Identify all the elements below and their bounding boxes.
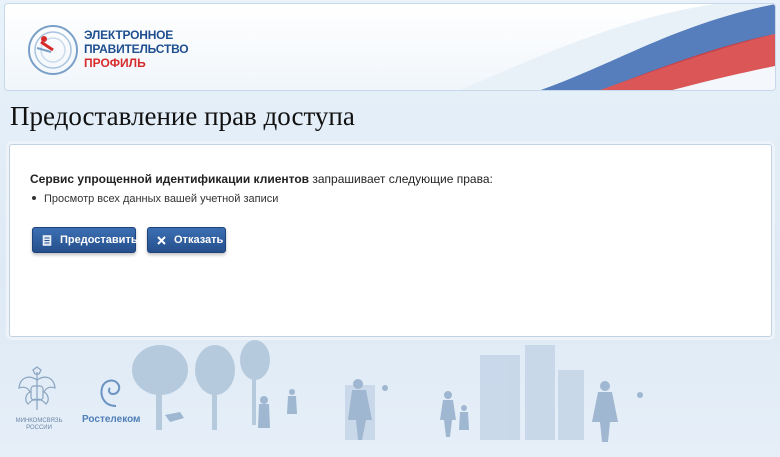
deny-button-label: Отказать bbox=[174, 234, 224, 246]
coat-of-arms-icon bbox=[18, 366, 56, 410]
bullet-icon bbox=[32, 196, 36, 201]
permission-label: Просмотр всех данных вашей учетной запис… bbox=[44, 193, 279, 205]
request-text: Сервис упрощенной идентификации клиентов… bbox=[30, 172, 493, 186]
site-header: ЭЛЕКТРОННОЕ ПРАВИТЕЛЬСТВО ПРОФИЛЬ bbox=[4, 3, 776, 91]
document-icon bbox=[42, 234, 52, 246]
logo-line-1: ЭЛЕКТРОННОЕ bbox=[84, 28, 174, 42]
rostelecom-label: Ростелеком bbox=[82, 414, 141, 425]
logo-text: ЭЛЕКТРОННОЕ ПРАВИТЕЛЬСТВО ПРОФИЛЬ bbox=[84, 28, 189, 70]
close-icon bbox=[157, 234, 166, 246]
gosuslugi-logo-icon bbox=[28, 25, 78, 75]
flag-decoration bbox=[459, 4, 775, 90]
ministry-label: МИНКОМСВЯЗЬ РОССИИ bbox=[13, 418, 65, 432]
deny-button[interactable]: Отказать bbox=[147, 227, 226, 253]
permission-item: Просмотр всех данных вашей учетной запис… bbox=[32, 193, 278, 205]
ministry-label-line1: МИНКОМСВЯЗЬ bbox=[15, 418, 63, 424]
rostelecom-logo-icon bbox=[100, 379, 121, 407]
access-request-panel: Сервис упрощенной идентификации клиентов… bbox=[9, 144, 772, 337]
grant-button-label: Предоставить bbox=[60, 234, 138, 246]
request-suffix: запрашивает следующие права: bbox=[309, 172, 493, 186]
logo-line-2: ПРАВИТЕЛЬСТВО bbox=[84, 42, 189, 56]
service-name: Сервис упрощенной идентификации клиентов bbox=[30, 172, 310, 186]
page-title: Предоставление прав доступа bbox=[10, 101, 355, 131]
grant-button[interactable]: Предоставить bbox=[32, 227, 138, 253]
ministry-label-line2: РОССИИ bbox=[26, 425, 52, 431]
logo-line-3: ПРОФИЛЬ bbox=[84, 56, 146, 70]
